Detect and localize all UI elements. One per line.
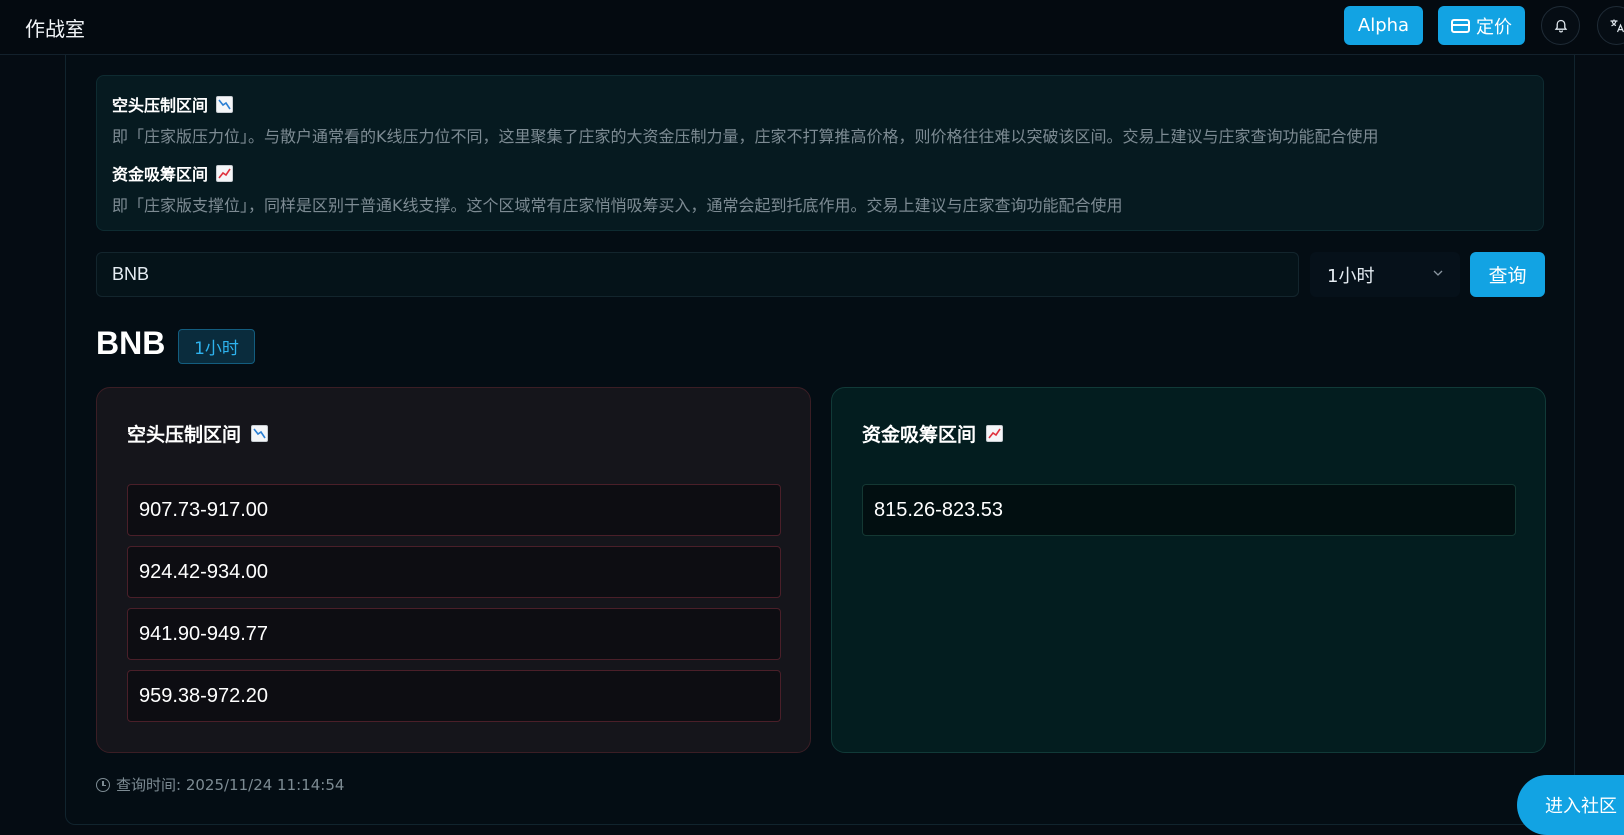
info-short-desc: 即「庄家版压力位」。与散户通常看的K线压力位不同，这里聚集了庄家的大资金压制力量… [112, 123, 1379, 147]
alpha-button[interactable]: Alpha [1344, 6, 1423, 45]
chart-decreasing-icon [216, 96, 233, 113]
short-range-item: 941.90-949.77 [127, 608, 781, 660]
notifications-button[interactable] [1541, 6, 1580, 45]
short-panel-title: 空头压制区间 [127, 420, 241, 447]
query-button[interactable]: 查询 [1470, 252, 1545, 297]
pricing-button[interactable]: 定价 [1438, 6, 1525, 45]
pricing-label: 定价 [1476, 13, 1512, 39]
chart-increasing-icon [986, 425, 1003, 442]
translate-icon [1609, 18, 1624, 34]
short-panel-heading: 空头压制区间 [127, 420, 268, 447]
short-range-item: 959.38-972.20 [127, 670, 781, 722]
long-panel-heading: 资金吸筹区间 [862, 420, 1003, 447]
info-box: 空头压制区间 即「庄家版压力位」。与散户通常看的K线压力位不同，这里聚集了庄家的… [96, 75, 1544, 231]
chevron-down-icon [1432, 267, 1444, 279]
bell-icon [1554, 19, 1568, 33]
interval-select[interactable]: 1小时 [1310, 252, 1460, 297]
interval-badge: 1小时 [178, 329, 255, 364]
interval-select-value: 1小时 [1327, 262, 1374, 288]
query-time: 查询时间: 2025/11/24 11:14:54 [96, 774, 344, 795]
clock-icon [96, 778, 110, 792]
info-long-heading: 资金吸筹区间 [112, 161, 233, 185]
top-bar: 作战室 Alpha 定价 [0, 0, 1624, 55]
result-symbol-title: BNB [96, 325, 165, 362]
chart-increasing-icon [216, 165, 233, 182]
long-panel-title: 资金吸筹区间 [862, 420, 976, 447]
info-long-title: 资金吸筹区间 [112, 161, 208, 185]
card-icon [1451, 19, 1470, 33]
long-range-item: 815.26-823.53 [862, 484, 1516, 536]
chart-decreasing-icon [251, 425, 268, 442]
info-long-desc: 即「庄家版支撑位」，同样是区别于普通K线支撑。这个区域常有庄家悄悄吸筹买入，通常… [112, 192, 1123, 216]
accumulation-panel: 资金吸筹区间 815.26-823.53 [831, 387, 1546, 753]
symbol-search-input[interactable] [96, 252, 1299, 297]
language-button[interactable] [1597, 6, 1624, 45]
info-short-title: 空头压制区间 [112, 92, 208, 116]
info-short-heading: 空头压制区间 [112, 92, 233, 116]
short-range-item: 907.73-917.00 [127, 484, 781, 536]
query-time-text: 查询时间: 2025/11/24 11:14:54 [116, 774, 344, 795]
enter-community-button[interactable]: 进入社区 [1517, 775, 1624, 835]
short-suppression-panel: 空头压制区间 907.73-917.00 924.42-934.00 941.9… [96, 387, 811, 753]
app-title: 作战室 [25, 13, 85, 42]
short-range-item: 924.42-934.00 [127, 546, 781, 598]
